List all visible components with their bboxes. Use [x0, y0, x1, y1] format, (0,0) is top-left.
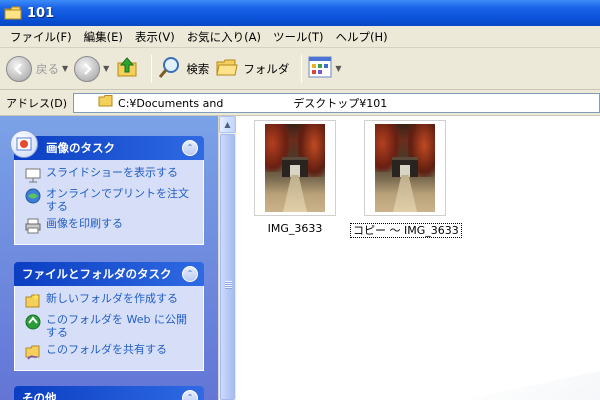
address-bar: アドレス(D) C:¥Documents and デスクトップ¥101 [0, 90, 600, 116]
task-label: 新しいフォルダを作成する [46, 292, 178, 305]
file-view[interactable]: IMG_3633 コピー 〜 IMG_3633 [236, 116, 600, 400]
collapse-icon[interactable]: ⌃ [182, 140, 198, 156]
address-value: C:¥Documents and デスクトップ¥101 [118, 96, 388, 110]
folders-icon [215, 55, 239, 82]
picture-tasks-title: 画像のタスク [46, 141, 115, 155]
folders-button[interactable]: フォルダ [215, 55, 289, 82]
file-name[interactable]: コピー 〜 IMG_3633 [350, 223, 462, 238]
task-order-prints[interactable]: オンラインでプリントを注文する [25, 187, 195, 213]
folders-label: フォルダ [243, 61, 290, 76]
views-button[interactable]: ▼ [308, 56, 341, 81]
views-icon [308, 56, 332, 81]
views-dropdown-icon[interactable]: ▼ [335, 64, 341, 73]
other-header[interactable]: その他 ⌃ [14, 386, 204, 400]
other-panel: その他 ⌃ [14, 386, 204, 400]
printer-icon [25, 218, 41, 234]
share-folder-icon [25, 344, 41, 360]
menu-file[interactable]: ファイル(F) [4, 26, 78, 48]
file-folder-tasks-header[interactable]: ファイルとフォルダのタスク ⌃ [14, 262, 204, 286]
task-label: このフォルダを共有する [46, 343, 167, 356]
slideshow-icon [25, 167, 41, 183]
photo-thumbnail-image [375, 124, 435, 212]
address-label: アドレス(D) [6, 96, 68, 110]
task-label: スライドショーを表示する [46, 166, 178, 179]
back-button[interactable]: 戻る ▼ [6, 55, 68, 82]
search-button[interactable]: 検索 [158, 55, 209, 82]
search-label: 検索 [186, 61, 210, 76]
address-folder-icon [77, 94, 114, 112]
picture-tasks-body: スライドショーを表示する オンラインでプリントを注文する 画像を印刷する [14, 160, 204, 245]
scroll-up-icon[interactable]: ▲ [219, 116, 236, 133]
file-folder-tasks-panel: ファイルとフォルダのタスク ⌃ 新しいフォルダを作成する このフォルダを Web… [14, 262, 204, 371]
task-slideshow[interactable]: スライドショーを表示する [25, 166, 195, 183]
task-label: このフォルダを Web に公開する [46, 313, 187, 339]
menu-tools[interactable]: ツール(T) [267, 26, 330, 48]
task-pane: 画像のタスク ⌃ スライドショーを表示する オンラインでプリントを注文する 画像… [0, 116, 218, 400]
file-item[interactable]: コピー 〜 IMG_3633 [350, 120, 462, 238]
file-item[interactable]: IMG_3633 [240, 120, 350, 235]
file-folder-tasks-title: ファイルとフォルダのタスク [22, 267, 172, 281]
menu-view[interactable]: 表示(V) [129, 26, 181, 48]
task-label: 画像を印刷する [46, 217, 123, 230]
collapse-icon[interactable]: ⌃ [182, 390, 198, 400]
new-folder-icon [25, 293, 41, 309]
back-dropdown-icon[interactable]: ▼ [62, 64, 68, 73]
task-label: オンラインでプリントを注文する [46, 187, 189, 213]
toolbar-separator [301, 54, 303, 83]
file-folder-tasks-body: 新しいフォルダを作成する このフォルダを Web に公開する このフォルダを共有… [14, 286, 204, 371]
forward-button[interactable]: ▼ [74, 55, 109, 82]
file-name[interactable]: IMG_3633 [240, 222, 350, 235]
title-bar[interactable]: 101 [0, 0, 600, 26]
picture-tasks-header[interactable]: 画像のタスク ⌃ [10, 130, 204, 160]
picture-tasks-icon [10, 130, 38, 158]
menu-help[interactable]: ヘルプ(H) [330, 26, 394, 48]
menu-favorites[interactable]: お気に入り(A) [181, 26, 267, 48]
folder-icon [4, 6, 22, 20]
window-title: 101 [27, 5, 55, 21]
back-label: 戻る [36, 61, 59, 76]
file-thumbnail[interactable] [254, 120, 336, 216]
search-icon [158, 55, 182, 82]
task-publish-web[interactable]: このフォルダを Web に公開する [25, 313, 195, 339]
publish-web-icon [25, 314, 41, 330]
scroll-grip [225, 281, 232, 289]
address-input[interactable]: C:¥Documents and デスクトップ¥101 [73, 92, 600, 113]
photo-thumbnail-image [265, 124, 325, 212]
file-name-wrapper[interactable]: コピー 〜 IMG_3633 [350, 222, 462, 238]
collapse-icon[interactable]: ⌃ [182, 266, 198, 282]
picture-tasks-panel: 画像のタスク ⌃ スライドショーを表示する オンラインでプリントを注文する 画像… [10, 130, 204, 245]
menu-bar: ファイル(F) 編集(E) 表示(V) お気に入り(A) ツール(T) ヘルプ(… [0, 26, 600, 48]
order-prints-icon [25, 188, 41, 204]
toolbar-separator [151, 54, 153, 83]
scroll-thumb[interactable] [220, 134, 235, 400]
toolbar: 戻る ▼ ▼ 検索 フォルダ ▼ [0, 48, 600, 90]
forward-dropdown-icon[interactable]: ▼ [103, 64, 109, 73]
up-button[interactable] [115, 55, 139, 82]
menu-edit[interactable]: 編集(E) [78, 26, 129, 48]
forward-arrow-icon [74, 55, 101, 82]
folder-up-icon [115, 55, 139, 82]
task-print-pictures[interactable]: 画像を印刷する [25, 217, 195, 234]
back-arrow-icon [6, 55, 32, 82]
file-thumbnail[interactable] [364, 120, 446, 216]
task-new-folder[interactable]: 新しいフォルダを作成する [25, 292, 195, 309]
other-title: その他 [22, 391, 57, 400]
vertical-scrollbar[interactable]: ▲ [218, 116, 236, 400]
task-share-folder[interactable]: このフォルダを共有する [25, 343, 195, 360]
